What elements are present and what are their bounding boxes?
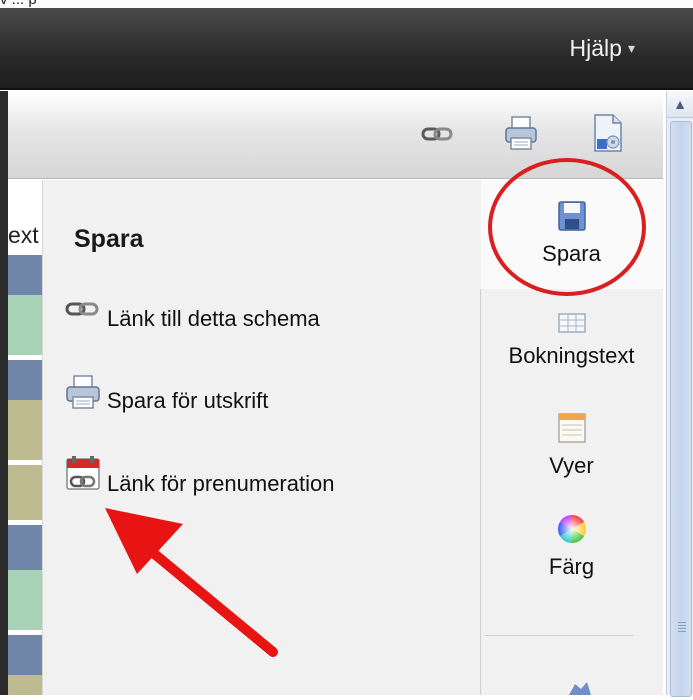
- chevron-down-icon: ▾: [627, 40, 635, 56]
- side-nav-divider: [485, 635, 633, 636]
- print-icon[interactable]: [504, 115, 538, 156]
- schedule-row: [8, 360, 42, 400]
- link-icon: [65, 300, 99, 323]
- link-to-schedule-label: Länk till detta schema: [107, 306, 320, 331]
- schedule-row: [8, 295, 42, 355]
- tab-farg[interactable]: Färg: [480, 513, 663, 580]
- link-icon[interactable]: [421, 125, 453, 148]
- left-window-edge: [0, 91, 8, 695]
- tab-spara-label: Spara: [542, 241, 601, 266]
- tab-bokningstext[interactable]: Bokningstext: [480, 312, 663, 369]
- calendar-link-icon: [65, 455, 101, 498]
- vertical-scrollbar[interactable]: ▲: [666, 91, 693, 697]
- schedule-row: [8, 570, 42, 630]
- text-grid-icon: [480, 312, 663, 339]
- schedule-row: [8, 525, 42, 570]
- color-wheel-icon: [480, 513, 663, 550]
- scroll-thumb[interactable]: [670, 121, 692, 697]
- help-menu-label: Hjälp: [569, 35, 622, 61]
- panel-title: Spara: [74, 225, 144, 253]
- subscription-link-label: Länk för prenumeration: [107, 471, 335, 496]
- tab-vyer[interactable]: Vyer: [480, 412, 663, 479]
- tab-spara[interactable]: Spara: [480, 200, 663, 267]
- export-document-icon[interactable]: [591, 113, 625, 158]
- schedule-toolbar: [8, 91, 663, 179]
- calendar-view-icon: [480, 412, 663, 449]
- partial-tool-icon: [565, 680, 591, 700]
- schedule-row: [8, 635, 42, 675]
- help-menu[interactable]: Hjälp ▾: [570, 35, 635, 62]
- scroll-up-button[interactable]: ▲: [667, 91, 693, 118]
- tab-vyer-label: Vyer: [549, 453, 594, 478]
- scroll-grip-icon: [678, 622, 686, 634]
- side-navigation: Spara Bokningstext Vyer Färg: [480, 180, 664, 695]
- printer-icon: [65, 374, 101, 415]
- top-clipped-strip: v ... p: [0, 0, 693, 8]
- schedule-row: [8, 255, 42, 295]
- schedule-column-fragment: ext: [8, 180, 42, 695]
- clipped-text: v ... p: [0, 0, 37, 8]
- save-for-print-label: Spara för utskrift: [107, 388, 269, 413]
- tab-farg-label: Färg: [548, 554, 595, 579]
- schedule-row: [8, 465, 42, 520]
- schedule-row: [8, 675, 42, 695]
- floppy-disk-icon: [480, 200, 663, 237]
- top-navigation-bar: Hjälp ▾: [0, 8, 693, 90]
- save-dropdown-panel: Spara Länk till detta schema Spara för u…: [42, 180, 664, 695]
- tab-bokningstext-label: Bokningstext: [508, 343, 635, 368]
- schedule-row: [8, 400, 42, 460]
- clipped-column-text: ext: [8, 222, 39, 248]
